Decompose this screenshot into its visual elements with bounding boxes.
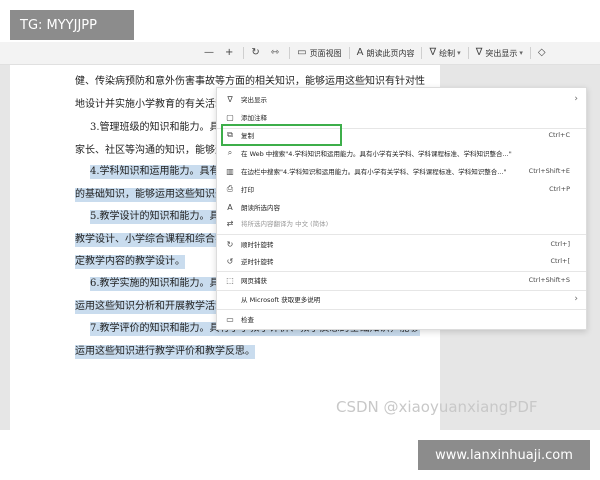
erase-icon: ◇: [537, 47, 546, 58]
fit-page-button[interactable]: ⇿: [267, 42, 286, 64]
web-search-icon: ⌕: [227, 148, 233, 157]
rotate-clockwise-icon: ↻: [226, 239, 234, 249]
menu-shortcut: Ctrl+Shift+S: [528, 276, 570, 284]
menu-shortcut: Ctrl+Shift+E: [528, 167, 570, 175]
watermark-tag: TG: MYYJJPP: [10, 10, 134, 40]
menu-item-label: 打印: [241, 186, 254, 194]
menu-item-label: 在 Web 中搜索"4.学科知识和运用能力。具有小学有关学科、学科课程标准、学科…: [241, 150, 512, 158]
chevron-right-icon: ›: [574, 294, 578, 304]
plus-icon: +: [225, 47, 234, 58]
doc-line-selected: 教学设计、小学综合课程和综合实践: [75, 233, 235, 247]
chevron-down-icon: ▾: [519, 49, 523, 57]
menu-item-inspect[interactable]: ▭ 检查: [217, 310, 586, 328]
highlight-label: 突出显示: [485, 48, 518, 58]
menu-shortcut: Ctrl+[: [550, 257, 570, 265]
chevron-right-icon: ›: [574, 94, 578, 104]
toolbar-divider: [289, 47, 291, 59]
menu-item-label: 突出显示: [241, 96, 267, 104]
menu-shortcut: Ctrl+C: [548, 131, 570, 139]
rotate-counterclockwise-icon: ↺: [226, 256, 234, 266]
toolbar-divider: [348, 47, 350, 59]
doc-line-selected: 运用这些知识分析和开展教学活动。: [75, 300, 235, 314]
rotate-icon: ↻: [251, 47, 260, 58]
copy-highlight-box: [221, 124, 342, 146]
doc-line: 地设计并实施小学教育的有关活动。: [75, 99, 235, 110]
zoom-out-button[interactable]: —: [200, 42, 221, 64]
comment-icon: ▢: [226, 112, 234, 122]
page-view-label: 页面视图: [309, 48, 342, 58]
menu-item-label: 逆时针旋转: [241, 258, 274, 266]
rotate-button[interactable]: ↻: [247, 42, 266, 64]
fit-page-icon: ⇿: [270, 47, 280, 58]
read-aloud-button[interactable]: A 朗读此页内容: [353, 42, 419, 64]
menu-item-highlight[interactable]: ∇ 突出显示 ›: [217, 90, 586, 108]
menu-item-label: 在边栏中搜索"4.学科知识和运用能力。具有小学有关学科、学科课程标准、学科知识整…: [241, 168, 507, 176]
menu-item-label: 将所选内容翻译为 中文 (简体): [241, 220, 329, 228]
web-capture-icon: ⬚: [226, 275, 234, 285]
menu-item-print[interactable]: ⎙ 打印 Ctrl+P: [217, 180, 586, 198]
doc-line-selected: 定教学内容的教学设计。: [75, 255, 185, 269]
pdf-toolbar: — + ↻ ⇿ ▭ 页面视图 A 朗读此页内容 ∇ 绘制 ▾ ∇ 突出显示 ▾ ◇: [0, 42, 600, 65]
print-icon: ⎙: [226, 184, 234, 193]
menu-item-rotate-counterclockwise[interactable]: ↺ 逆时针旋转 Ctrl+[: [217, 252, 586, 270]
chevron-down-icon: ▾: [457, 49, 461, 57]
doc-line-selected: 的基础知识，能够运用这些知识开展: [75, 188, 235, 202]
sidebar-search-icon: ▥: [226, 166, 234, 176]
read-aloud-icon: A: [227, 202, 233, 212]
menu-item-rotate-clockwise[interactable]: ↻ 顺时针旋转 Ctrl+]: [217, 235, 586, 253]
read-aloud-icon: A: [356, 47, 364, 58]
menu-item-label: 顺时针旋转: [241, 241, 274, 249]
doc-line-selected: 4.学科知识和运用能力。具有小: [90, 165, 230, 179]
menu-shortcut: Ctrl+P: [549, 185, 570, 193]
menu-item-label: 网页捕获: [241, 277, 267, 285]
menu-shortcut: Ctrl+]: [550, 240, 570, 248]
menu-item-web-search[interactable]: ⌕ 在 Web 中搜索"4.学科知识和运用能力。具有小学有关学科、学科课程标准、…: [217, 144, 586, 162]
toolbar-divider: [421, 47, 423, 59]
inspect-icon: ▭: [226, 314, 234, 324]
toolbar-divider: [529, 47, 531, 59]
toolbar-divider: [243, 47, 245, 59]
highlight-icon: ∇: [227, 94, 233, 104]
menu-item-label: 添加注释: [241, 114, 267, 122]
toolbar-divider: [467, 47, 469, 59]
draw-button[interactable]: ∇ 绘制 ▾: [425, 42, 464, 64]
highlight-icon: ∇: [475, 47, 483, 58]
watermark-site: www.lanxinhuaji.com: [418, 440, 590, 470]
draw-label: 绘制: [439, 48, 456, 58]
highlight-button[interactable]: ∇ 突出显示 ▾: [472, 42, 527, 64]
menu-item-label: 朗读所选内容: [241, 204, 280, 212]
minus-icon: —: [204, 47, 214, 58]
doc-line: 家长、社区等沟通的知识，能够运用: [75, 145, 235, 156]
menu-item-more-from-microsoft[interactable]: 从 Microsoft 获取更多说明 ›: [217, 290, 586, 308]
menu-item-translate: ⇄ 将所选内容翻译为 中文 (简体): [217, 214, 586, 232]
menu-item-label: 从 Microsoft 获取更多说明: [241, 296, 321, 304]
page-view-button[interactable]: ▭ 页面视图: [293, 42, 345, 64]
draw-icon: ∇: [429, 47, 437, 58]
page-view-icon: ▭: [297, 47, 307, 58]
menu-item-web-capture[interactable]: ⬚ 网页捕获 Ctrl+Shift+S: [217, 271, 586, 289]
erase-button[interactable]: ◇: [534, 42, 553, 64]
menu-item-label: 检查: [241, 316, 254, 324]
doc-line-selected: 运用这些知识进行教学评价和教学反思。: [75, 345, 255, 359]
read-aloud-label: 朗读此页内容: [366, 48, 415, 58]
watermark-csdn: CSDN @xiaoyuanxiangPDF: [336, 398, 538, 416]
zoom-in-button[interactable]: +: [221, 42, 240, 64]
translate-icon: ⇄: [226, 218, 234, 228]
menu-item-sidebar-search[interactable]: ▥ 在边栏中搜索"4.学科知识和运用能力。具有小学有关学科、学科课程标准、学科知…: [217, 162, 586, 180]
